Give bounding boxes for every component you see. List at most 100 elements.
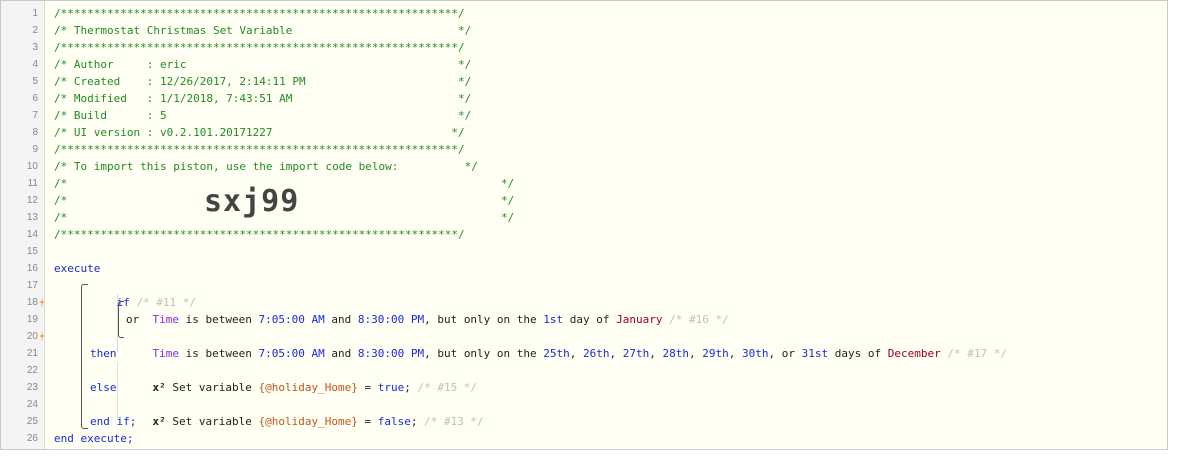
action1-semi: ; [404,381,411,394]
cond1-start: 7:05:00 AM [258,313,325,326]
action2-semi: ; [410,415,418,428]
header-blank-12: /* [54,194,68,207]
cond2-day-28: 28th [662,347,690,360]
cond2-day-25: 25th [543,347,570,360]
line-number: 10 [26,161,38,172]
variable-icon: x² [152,381,166,394]
execute-keyword: execute [54,262,101,275]
cond2-day-27: 27th [622,347,650,360]
line-number: 13 [26,212,38,223]
line-number: 7 [32,110,38,121]
action2-variable: {@holiday_Home} [258,415,358,428]
cond2-day-31: 31st [801,347,829,360]
action1-value: true [377,381,405,394]
line-number: 21 [26,348,38,359]
cond1-month: January [616,313,663,326]
line-number: 11 [27,178,38,189]
action2-eq: = [364,415,372,428]
or-operator[interactable]: or [126,311,139,328]
line-number: 17 [26,280,38,291]
line-number: 26 [26,433,38,444]
cond1-day-word: day of [569,313,610,326]
header-author: /* Author : eric */ [54,58,472,71]
end-execute-keyword: end execute; [54,432,134,445]
action-set-true[interactable]: x² Set variable {@holiday_Home} = true; … [126,362,478,394]
header-border-top: /***************************************… [54,7,465,20]
cond1-days: 1st [543,313,564,326]
header-blank-12-end: */ [501,194,515,207]
cond2-day-26: 26th [583,347,610,360]
cond2-month: December [887,347,941,360]
cond1-but-only: , but only on the [424,313,537,326]
header-border-bottom: /***************************************… [54,228,465,241]
cond2-start: 7:05:00 AM [258,347,325,360]
cond2-day-word: days of [834,347,882,360]
line-number: 9 [32,144,38,155]
cond2-end: 8:30:00 PM [357,347,425,360]
header-modified: /* Modified : 1/1/2018, 7:43:51 AM */ [54,92,472,105]
line-number: 5 [32,76,38,87]
comment-open: /* [54,177,68,190]
import-code[interactable]: sxj99 [204,185,299,219]
line-number: 24 [26,399,38,410]
condition-january[interactable]: Time is between 7:05:00 AM and 8:30:00 P… [126,294,729,326]
line-number: 2 [32,25,38,36]
else-keyword[interactable]: else [90,379,117,396]
line-number: 8 [32,127,38,138]
line-number: 22 [26,365,38,376]
line-number: 12 [26,195,38,206]
line-number: 25 [26,416,38,427]
cond2-day-30: 30th [742,347,769,360]
actions-guide [117,362,118,420]
header-build: /* Build : 5 */ [54,109,472,122]
cond1-end: 8:30:00 PM [357,313,425,326]
header-border-3: /***************************************… [54,143,465,156]
header-blank-11: /* [54,175,67,192]
cond2-but-only: , but only on the [424,347,537,360]
action2-ref: /* #13 */ [424,415,484,428]
then-keyword[interactable]: then [90,345,117,362]
header-ui-version: /* UI version : v0.2.101.20171227 */ [54,126,465,139]
line-number: 1 [32,8,38,19]
action1-variable: {@holiday_Home} [258,381,358,394]
lightning-bolt-icon [40,297,44,308]
cond1-subject: Time [152,313,180,326]
piston-code-editor: 1 2 3 4 5 6 7 8 9 10 11 12 13 14 15 16 17 18 19 20 21 22 23 24 2… [0,0,1168,450]
action2-set: Set variable [172,415,252,428]
cond1-ref: /* #16 */ [669,313,729,326]
cond2-subject: Time [152,347,180,360]
if-block-bracket [81,284,88,429]
cond2-or-word: or [781,347,796,360]
header-title: /* Thermostat Christmas Set Variable */ [54,24,472,37]
condition-december[interactable]: Time is between 7:05:00 AM and 8:30:00 P… [126,328,1008,360]
end-if-keyword[interactable]: end if; [90,413,136,430]
header-blank-13-end: */ [501,211,515,224]
line-number: 3 [32,42,38,53]
line-number: 16 [26,263,38,274]
header-blank-13: /* [54,211,68,224]
action1-set: Set variable [172,381,252,394]
line-number: 14 [26,229,38,240]
line-number-gutter: 1 2 3 4 5 6 7 8 9 10 11 12 13 14 15 16 17 18 19 20 21 22 23 24 2… [1,1,45,449]
cond1-op: is between [185,313,252,326]
cond1-and: and [331,313,352,326]
line-number: 6 [32,93,38,104]
action1-eq: = [364,381,372,394]
variable-icon: x² [152,415,166,428]
header-import-hint: /* To import this piston, use the import… [54,160,478,173]
line-number: 15 [26,246,38,257]
action1-ref: /* #15 */ [417,381,478,394]
header-blank-11-end: */ [501,177,515,190]
cond2-ref: /* #17 */ [947,347,1007,360]
header-created: /* Created : 12/26/2017, 2:14:11 PM */ [54,75,472,88]
header-border-2: /***************************************… [54,41,465,54]
lightning-bolt-icon [40,331,44,342]
line-number: 4 [32,59,38,70]
line-number: 23 [26,382,38,393]
cond2-op: is between [185,347,252,360]
if-line[interactable]: if /* #11 */ [90,277,196,309]
line-number: 19 [26,314,38,325]
action-set-false[interactable]: x² Set variable {@holiday_Home} = false;… [126,396,484,428]
cond2-and: and [331,347,352,360]
line-number: 18 [26,297,38,308]
